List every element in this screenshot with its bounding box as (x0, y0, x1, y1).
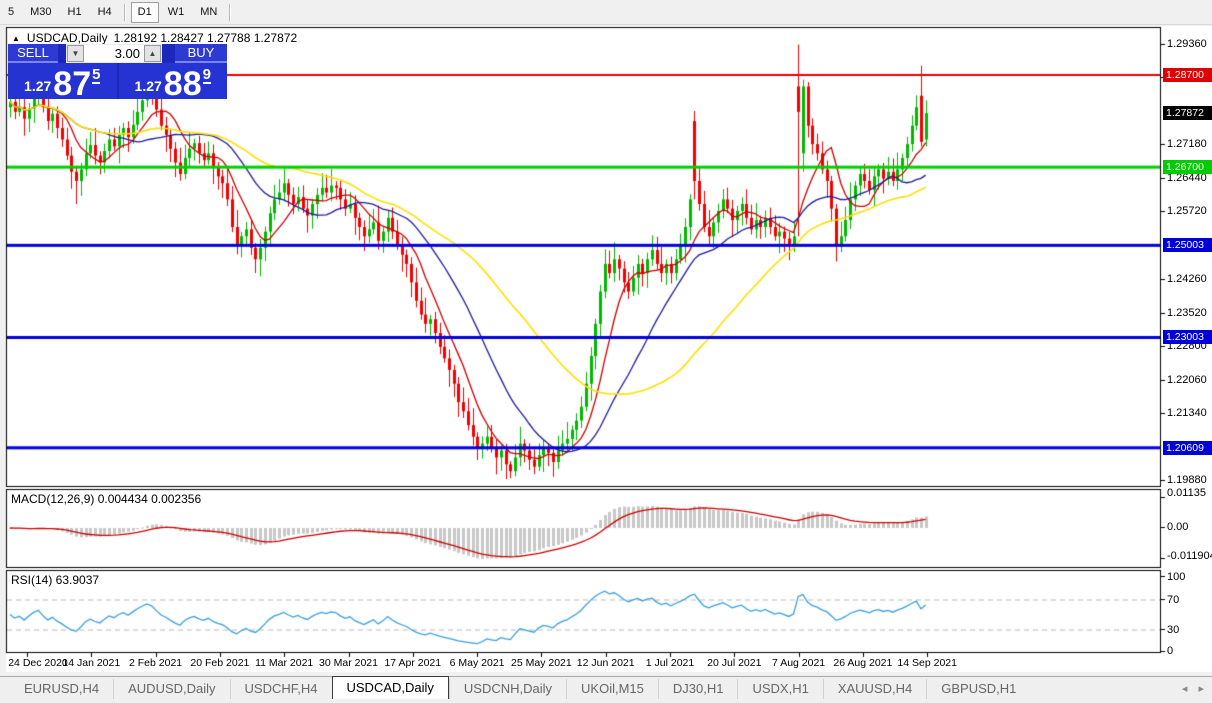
sell-price-big: 87 (53, 65, 92, 103)
trade-panel-top-row: SELL ▼ ▲ BUY (8, 44, 227, 63)
tab-ukoil-m15[interactable]: UKOil,M15 (566, 679, 658, 699)
sell-price-box[interactable]: 1.27 87 5 (8, 63, 117, 103)
timeframe-button-w1[interactable]: W1 (161, 2, 192, 23)
date-label: 7 Aug 2021 (772, 657, 826, 669)
tab-xauusd-h4[interactable]: XAUUSD,H4 (822, 679, 926, 699)
timeframe-button-h1[interactable]: H1 (61, 2, 89, 23)
macd-tick-label: 0.00 (1167, 521, 1189, 533)
price-level-badge: 1.20609 (1163, 440, 1212, 455)
tab-audusd-daily[interactable]: AUDUSD,Daily (113, 679, 229, 699)
date-label: 6 May 2021 (449, 657, 505, 669)
volume-increase-button[interactable]: ▲ (144, 45, 161, 62)
price-tick-label: 1.29360 (1167, 37, 1207, 50)
tab-gbpusd-h1[interactable]: GBPUSD,H1 (926, 679, 1030, 699)
sell-button[interactable]: SELL (8, 44, 58, 63)
price-tick-label: 1.19880 (1167, 474, 1207, 487)
tab-usdcad-daily[interactable]: USDCAD,Daily (331, 676, 449, 699)
price-level-badge: 1.27872 (1163, 106, 1212, 121)
timeframe-button-mn[interactable]: MN (193, 2, 224, 23)
price-tick-label: 1.23520 (1167, 306, 1207, 319)
tab-usdcnh-daily[interactable]: USDCNH,Daily (448, 679, 566, 699)
sell-price-prefix: 1.27 (24, 78, 52, 94)
date-label: 12 Jun 2021 (576, 657, 635, 669)
timeframe-button-m30[interactable]: M30 (23, 2, 58, 23)
symbol-tab-bar: EURUSD,H4 AUDUSD,Daily USDCHF,H4 USDCAD,Dai… (0, 676, 1212, 699)
tab-scroll-right-icon[interactable]: ▸ (1198, 683, 1204, 695)
date-label: 25 May 2021 (511, 657, 572, 669)
timeframe-toolbar: 5 M30 H1 H4 D1 W1 MN (0, 0, 1212, 25)
one-click-trade-panel: SELL ▼ ▲ BUY 1.27 87 5 1.27 88 9 (8, 44, 227, 103)
toolbar-separator (229, 3, 232, 21)
price-tick-label: 1.21340 (1167, 407, 1207, 420)
price-level-badge: 1.23003 (1163, 330, 1212, 345)
macd-label: MACD(12,26,9) 0.004434 0.002356 (11, 492, 202, 506)
tab-scroll-left-icon[interactable]: ◂ (1182, 683, 1188, 695)
date-label: 2 Feb 2021 (129, 657, 183, 669)
price-level-badge: 1.28700 (1163, 67, 1212, 82)
volume-input[interactable] (84, 45, 144, 62)
macd-tick-label: -0.011904 (1167, 549, 1212, 562)
date-label: 11 Mar 2021 (255, 657, 314, 669)
symbol-period-label: USDCAD,Daily (26, 31, 108, 45)
price-tick-label: 1.27180 (1167, 138, 1207, 151)
volume-spinner: ▼ ▲ (66, 44, 162, 63)
buy-button[interactable]: BUY (175, 44, 227, 63)
sell-price-pip: 5 (92, 66, 101, 84)
trade-panel-price-row: 1.27 87 5 1.27 88 9 (8, 63, 227, 103)
chart-title: ▲ USDCAD,Daily 1.28192 1.28427 1.27788 1.2… (12, 31, 297, 45)
rsi-tick-label: 0 (1167, 645, 1174, 657)
date-label: 17 Apr 2021 (384, 657, 442, 669)
mt4-terminal-window: { "toolbar": {"timeframes": ["5","M30","… (0, 0, 1212, 703)
tab-dj30-h1[interactable]: DJ30,H1 (657, 679, 738, 699)
collapse-triangle-icon[interactable]: ▲ (12, 34, 20, 43)
rsi-tick-label: 100 (1167, 571, 1186, 583)
date-label: 30 Mar 2021 (319, 657, 378, 669)
date-label: 20 Jul 2021 (707, 657, 762, 669)
toolbar-separator (123, 3, 126, 21)
price-tick-label: 1.24260 (1167, 272, 1207, 285)
volume-decrease-button[interactable]: ▼ (67, 45, 84, 62)
volume-field-wrap (84, 45, 144, 62)
date-label: 1 Jul 2021 (645, 657, 695, 669)
timeframe-button-d1[interactable]: D1 (130, 1, 159, 23)
date-label: 20 Feb 2021 (190, 657, 250, 669)
tab-usdchf-h4[interactable]: USDCHF,H4 (229, 679, 332, 699)
price-level-badge: 1.25003 (1163, 238, 1212, 253)
tab-eurusd-h4[interactable]: EURUSD,H4 (10, 679, 113, 699)
price-level-badge: 1.26700 (1163, 160, 1212, 175)
rsi-tick-label: 70 (1167, 593, 1180, 606)
buy-price-big: 88 (163, 65, 202, 103)
buy-price-box[interactable]: 1.27 88 9 (118, 63, 227, 103)
timeframe-button-5[interactable]: 5 (1, 2, 21, 23)
buy-price-pip: 9 (202, 66, 211, 84)
tab-usdx-h1[interactable]: USDX,H1 (737, 679, 822, 699)
date-label: 14 Sep 2021 (897, 657, 957, 669)
rsi-label: RSI(14) 63.9037 (11, 573, 100, 587)
timeframe-button-h4[interactable]: H4 (91, 2, 119, 23)
price-tick-label: 1.22060 (1167, 373, 1207, 386)
price-tick-label: 1.25720 (1167, 205, 1207, 218)
macd-tick-label: 0.01135 (1167, 487, 1206, 500)
date-label: 26 Aug 2021 (833, 657, 893, 669)
tab-scroll-arrows: ◂ ▸ (1174, 682, 1204, 695)
date-label: 14 Jan 2021 (62, 657, 121, 669)
chart-canvas[interactable] (0, 0, 1212, 703)
buy-price-prefix: 1.27 (134, 78, 162, 94)
rsi-tick-label: 30 (1167, 623, 1180, 636)
ohlc-values: 1.28192 1.28427 1.27788 1.27872 (113, 31, 298, 45)
